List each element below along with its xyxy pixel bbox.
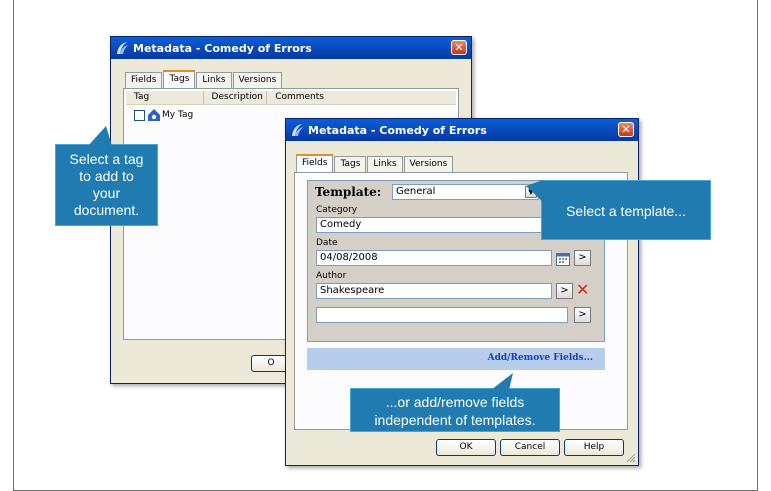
calendar-icon[interactable] — [556, 251, 570, 266]
template-select-value: General — [396, 186, 436, 197]
template-callout-text: Select a template... — [566, 203, 686, 219]
tab-tags[interactable]: Tags — [163, 70, 196, 88]
author-label: Author — [316, 271, 347, 281]
column-tag[interactable]: Tag — [126, 91, 204, 104]
ok-button[interactable]: OK — [436, 439, 496, 456]
help-button[interactable]: Help — [564, 439, 624, 456]
tab-strip: Fields Tags Links Versions — [296, 154, 454, 172]
template-select[interactable]: General ▼ — [392, 184, 539, 200]
app-logo-icon — [117, 42, 128, 54]
title-bar[interactable]: Metadata - Comedy of Errors — [286, 119, 638, 141]
close-button[interactable]: ✕ — [451, 40, 467, 55]
window-title: Metadata - Comedy of Errors — [133, 41, 312, 55]
tag-checkbox[interactable] — [134, 109, 145, 121]
template-label: Template: — [315, 185, 382, 199]
date-arrow-button[interactable]: > — [574, 250, 591, 266]
date-label: Date — [316, 238, 338, 248]
cancel-button[interactable]: Cancel — [500, 439, 560, 456]
window-title: Metadata - Comedy of Errors — [308, 123, 487, 137]
template-callout: Select a template... — [526, 180, 711, 240]
add-remove-fields-link[interactable]: Add/Remove Fields... — [488, 353, 593, 363]
fields-callout-line-1: ...or add/remove fields — [385, 394, 525, 410]
callout-pointer — [491, 373, 513, 390]
date-field[interactable]: 04/08/2008 — [316, 250, 552, 266]
tab-fields[interactable]: Fields — [296, 154, 334, 172]
author-extra-arrow-button[interactable]: > — [574, 307, 591, 323]
category-label: Category — [316, 205, 358, 215]
app-logo-icon — [292, 124, 303, 136]
tab-links[interactable]: Links — [196, 72, 232, 88]
author-arrow-button[interactable]: > — [556, 283, 573, 299]
tab-fields[interactable]: Fields — [125, 72, 163, 88]
tab-strip: Fields Tags Links Versions — [125, 70, 283, 88]
category-field[interactable]: Comedy — [316, 217, 552, 233]
column-comments[interactable]: Comments — [267, 91, 456, 104]
tag-callout-line-4: document. — [73, 202, 140, 218]
tab-tags[interactable]: Tags — [334, 156, 367, 172]
tag-callout-line-3: your — [92, 185, 121, 201]
tag-label: My Tag — [162, 110, 194, 120]
close-button[interactable]: ✕ — [618, 122, 634, 137]
tag-callout: Select a tag to add to your document. — [55, 126, 158, 226]
tag-row[interactable]: My Tag — [134, 109, 193, 121]
tags-column-header: Tag Description Comments — [126, 91, 456, 105]
add-remove-bar: Add/Remove Fields... — [307, 348, 605, 370]
callout-pointer — [526, 180, 543, 202]
tag-icon — [148, 109, 160, 121]
tag-callout-line-1: Select a tag — [69, 151, 144, 167]
tab-links[interactable]: Links — [367, 156, 403, 172]
author-field[interactable]: Shakespeare — [316, 283, 552, 299]
callout-pointer — [88, 126, 112, 146]
tab-versions[interactable]: Versions — [403, 156, 454, 172]
title-bar[interactable]: Metadata - Comedy of Errors — [111, 37, 471, 59]
fields-callout-line-2: independent of templates. — [374, 412, 536, 428]
fields-callout: ...or add/remove fields independent of t… — [350, 373, 560, 432]
author-extra-field[interactable] — [316, 307, 568, 323]
delete-icon[interactable]: ✕ — [576, 282, 589, 298]
column-description[interactable]: Description — [204, 91, 268, 104]
tab-versions[interactable]: Versions — [232, 72, 283, 88]
tag-callout-line-2: to add to — [79, 168, 134, 184]
resize-grip-icon[interactable] — [624, 451, 636, 463]
